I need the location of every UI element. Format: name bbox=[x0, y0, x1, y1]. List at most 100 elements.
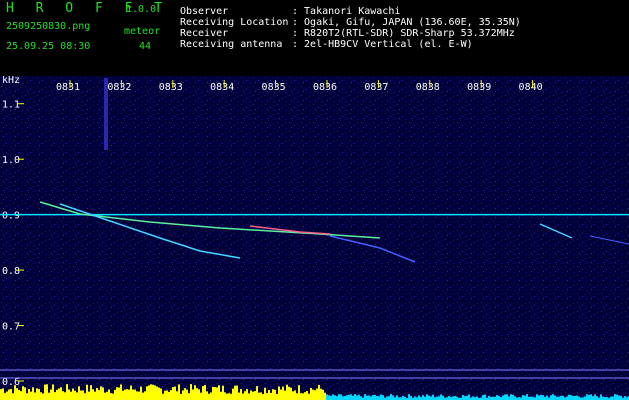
activity-bar bbox=[386, 396, 388, 400]
activity-bar bbox=[108, 389, 110, 400]
activity-bar bbox=[574, 395, 576, 400]
activity-bar bbox=[370, 396, 372, 400]
activity-bar bbox=[246, 389, 248, 400]
activity-bar bbox=[466, 395, 468, 400]
activity-bar bbox=[578, 396, 580, 400]
activity-bar bbox=[318, 384, 320, 400]
activity-bar bbox=[356, 395, 358, 400]
activity-bar bbox=[492, 396, 494, 400]
activity-bar bbox=[454, 395, 456, 400]
activity-bar bbox=[382, 395, 384, 400]
activity-bar bbox=[52, 384, 54, 400]
activity-bar bbox=[160, 388, 162, 400]
app-version: 1.0.0 bbox=[126, 4, 157, 15]
activity-bar bbox=[322, 389, 324, 400]
activity-bar bbox=[244, 391, 246, 400]
activity-bar bbox=[296, 393, 298, 400]
activity-bar bbox=[488, 395, 490, 400]
activity-bar bbox=[218, 385, 220, 400]
activity-bar bbox=[336, 396, 338, 400]
activity-bar bbox=[74, 390, 76, 400]
activity-bar bbox=[332, 394, 334, 400]
activity-bar bbox=[504, 394, 506, 400]
activity-bar bbox=[326, 394, 328, 400]
activity-bar bbox=[482, 395, 484, 400]
activity-bar bbox=[140, 386, 142, 400]
activity-bar bbox=[304, 392, 306, 400]
activity-bar bbox=[130, 385, 132, 400]
activity-bar bbox=[242, 393, 244, 400]
activity-bar bbox=[64, 392, 66, 400]
activity-bar bbox=[8, 389, 10, 400]
spectrogram: kHz 0831 0832 0833 0834 0835 0836 0837 0838 0839… bbox=[0, 76, 629, 400]
activity-bar bbox=[294, 390, 296, 400]
activity-bar bbox=[440, 394, 442, 400]
activity-bar bbox=[530, 396, 532, 400]
activity-bar bbox=[316, 388, 318, 400]
activity-bar bbox=[616, 394, 618, 400]
activity-bar bbox=[38, 389, 40, 400]
activity-bar bbox=[96, 387, 98, 400]
activity-bar bbox=[542, 395, 544, 400]
activity-bar bbox=[100, 386, 102, 400]
activity-bar bbox=[216, 387, 218, 400]
x-tick-label: 0835 bbox=[262, 82, 286, 93]
activity-bar bbox=[32, 387, 34, 400]
activity-bar bbox=[142, 392, 144, 400]
x-tick-label: 0836 bbox=[313, 82, 337, 93]
activity-bar bbox=[20, 391, 22, 400]
activity-bar bbox=[36, 388, 38, 400]
activity-bar bbox=[170, 390, 172, 400]
activity-bar bbox=[408, 394, 410, 400]
activity-bar bbox=[236, 385, 238, 400]
activity-bar bbox=[300, 393, 302, 400]
activity-bar bbox=[166, 390, 168, 400]
activity-bar bbox=[210, 392, 212, 400]
activity-bar bbox=[256, 386, 258, 400]
info-value: : R820T2(RTL-SDR) SDR-Sharp 53.372MHz bbox=[292, 28, 515, 39]
activity-bar bbox=[118, 387, 120, 400]
meteor-label: meteor bbox=[124, 26, 161, 37]
activity-bar bbox=[272, 389, 274, 400]
activity-bar bbox=[376, 395, 378, 400]
activity-bar bbox=[612, 396, 614, 400]
activity-bar bbox=[2, 388, 4, 400]
interference-streak bbox=[104, 78, 108, 150]
activity-bar bbox=[368, 395, 370, 400]
activity-bar bbox=[186, 389, 188, 400]
activity-bar bbox=[198, 389, 200, 400]
activity-bar bbox=[280, 389, 282, 400]
activity-bar bbox=[426, 394, 428, 400]
activity-bar bbox=[196, 388, 198, 400]
activity-bar bbox=[206, 391, 208, 400]
activity-bar bbox=[222, 385, 224, 400]
y-axis-label: kHz bbox=[2, 76, 20, 86]
activity-bar bbox=[514, 396, 516, 400]
activity-bar bbox=[68, 389, 70, 400]
activity-bar bbox=[414, 396, 416, 400]
activity-bar bbox=[344, 396, 346, 400]
activity-bar bbox=[584, 396, 586, 400]
activity-bar bbox=[292, 391, 294, 400]
activity-bar bbox=[390, 394, 392, 400]
activity-bar bbox=[200, 392, 202, 400]
activity-bar bbox=[340, 394, 342, 400]
activity-bar bbox=[268, 389, 270, 400]
activity-bar bbox=[556, 396, 558, 400]
activity-bar bbox=[124, 389, 126, 400]
x-tick-label: 0839 bbox=[467, 82, 491, 93]
activity-bar bbox=[34, 392, 36, 400]
activity-bar bbox=[348, 394, 350, 400]
activity-bar bbox=[22, 386, 24, 400]
activity-bar bbox=[72, 388, 74, 400]
header-panel: H R O F F T 1.0.0 2509250830.png meteor … bbox=[0, 0, 629, 76]
activity-bar bbox=[462, 395, 464, 400]
file-name: 2509250830.png bbox=[6, 21, 91, 32]
activity-bar bbox=[524, 395, 526, 400]
activity-bar bbox=[24, 387, 26, 400]
activity-bar bbox=[58, 388, 60, 400]
activity-bar bbox=[536, 394, 538, 400]
activity-bar bbox=[78, 386, 80, 400]
activity-bar bbox=[380, 394, 382, 400]
activity-bar bbox=[396, 395, 398, 400]
